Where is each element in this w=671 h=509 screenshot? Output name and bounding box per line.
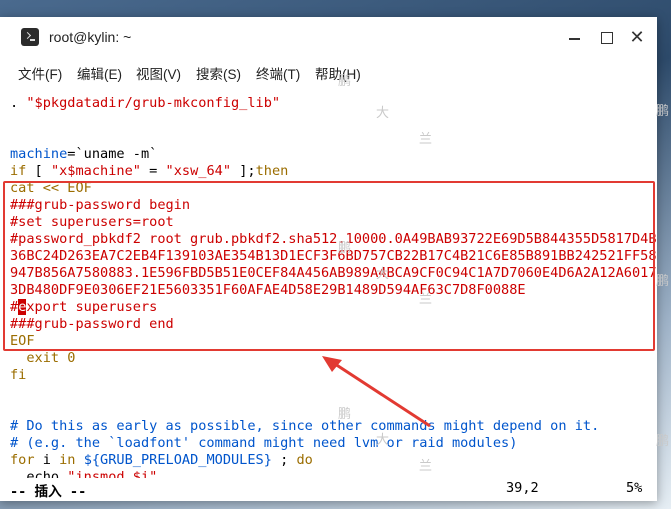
code-token: if [10,163,27,179]
code-token: i [34,452,60,468]
code-token: for [10,452,35,468]
annotation-arrow-icon [322,356,431,428]
menu-file[interactable]: 文件(F) [18,63,62,83]
menu-view[interactable]: 视图(V) [136,63,181,83]
menu-bar: 文件(F) 编辑(E) 视图(V) 搜索(S) 终端(T) 帮助(H) [0,59,657,85]
code-line: if [ "x$machine" = "xsw_64" ];then [10,163,288,180]
code-token: "xsw_64" [165,163,232,179]
terminal-app-icon [21,28,39,46]
code-line: for i in ${GRUB_PRELOAD_MODULES} ; do [10,452,313,469]
code-token: in [59,452,76,468]
vim-mode-indicator: -- 插入 -- [10,484,87,500]
code-token: # (e.g. the `loadfont' command might nee… [10,435,518,451]
menu-terminal[interactable]: 终端(T) [256,63,300,83]
code-token: ; [271,452,297,468]
cursor-position: 39,2 [506,480,539,496]
code-line: # Do this as early as possible, since ot… [10,418,599,435]
code-token: ]; [231,163,256,179]
window-title: root@kylin: ~ [49,29,132,45]
code-token: . [10,95,27,111]
code-line: . "$pkgdatadir/grub-mkconfig_lib" [10,95,280,112]
maximize-button[interactable] [596,27,618,49]
menu-help[interactable]: 帮助(H) [315,63,361,83]
code-token: ${GRUB_PRELOAD_MODULES} [83,452,272,468]
code-line: machine=`uname -m` [10,146,157,163]
code-line: echo "insmod $i" [10,469,157,478]
title-bar[interactable]: root@kylin: ~ ✕ [0,17,657,59]
code-token: do [296,452,313,468]
code-line: exit 0 [10,350,75,367]
code-token: [ [26,163,51,179]
code-token: "x$machine" [50,163,141,179]
code-line: # (e.g. the `loadfont' command might nee… [10,435,517,452]
code-token: machine [10,146,68,162]
code-token: exit 0 [10,350,76,366]
code-token: echo [10,469,68,478]
code-token: fi [10,367,27,383]
minimize-button[interactable] [564,27,586,49]
code-token: =`uname -m` [67,146,158,162]
code-token: # Do this as early as possible, since ot… [10,418,600,434]
scrollbar[interactable] [657,86,671,501]
code-line: fi [10,367,26,384]
code-token: "insmod $i" [67,469,158,478]
scroll-percent: 5% [626,480,643,496]
code-token: then [255,163,289,179]
vim-status-line: -- 插入 -- 39,2 5% [0,478,657,500]
annotation-highlight-box [3,181,655,351]
menu-edit[interactable]: 编辑(E) [77,63,122,83]
menu-search[interactable]: 搜索(S) [196,63,241,83]
code-token: = [140,163,166,179]
code-token: "$pkgdatadir/grub-mkconfig_lib" [26,95,281,111]
close-button[interactable]: ✕ [626,27,648,49]
